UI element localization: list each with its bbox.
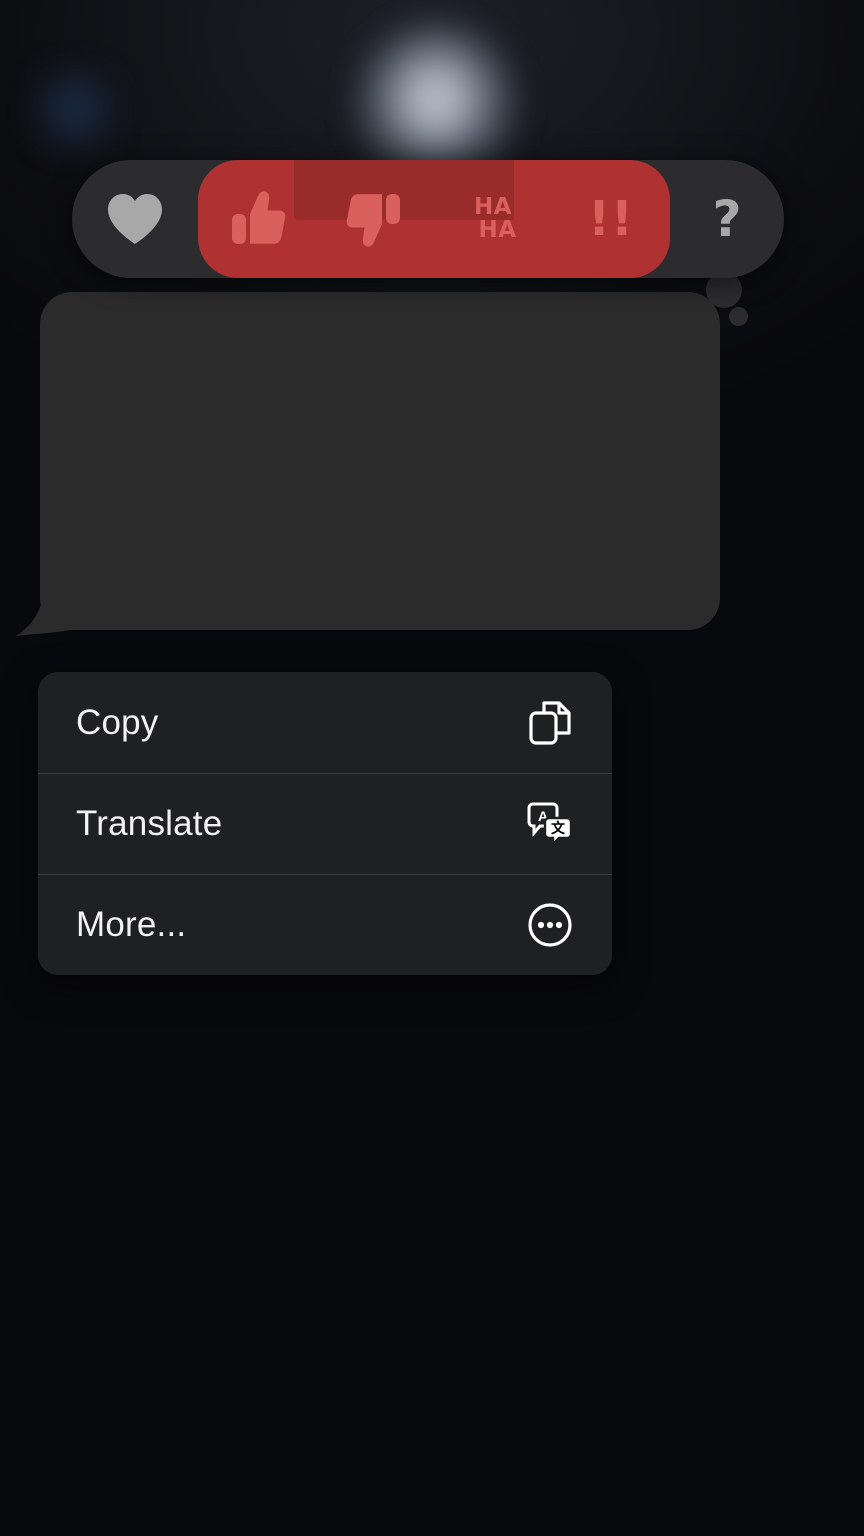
tapback-option-thumbsdown[interactable]: Dislike [316, 160, 434, 278]
tapback-option-heart[interactable]: Love [72, 160, 198, 278]
thumbs-up-icon [232, 191, 286, 244]
menu-item-more-label: More... [76, 905, 187, 944]
question-mark-icon: ? [712, 190, 742, 248]
message-bubble[interactable] [40, 292, 720, 630]
menu-item-translate-label: Translate [76, 804, 223, 843]
message-context-menu[interactable]: Copy Translate A 文 More... [38, 672, 612, 975]
tapback-option-emphasize[interactable]: !! [552, 160, 670, 278]
svg-text:文: 文 [551, 820, 566, 837]
tapback-option-thumbsup[interactable]: Like [198, 160, 316, 278]
tapback-picker[interactable]: Love Like Dislike HA HA [72, 160, 784, 278]
tapback-option-question[interactable]: ? [670, 160, 784, 278]
menu-item-more[interactable]: More... [38, 874, 612, 975]
haha-icon: HA HA [469, 196, 516, 242]
haha-line-1: HA [473, 194, 513, 220]
thumbs-down-icon [346, 194, 400, 247]
haha-line-2: HA [478, 217, 517, 243]
copy-doc-on-doc-icon [526, 699, 574, 747]
tapback-option-haha[interactable]: HA HA [434, 160, 552, 278]
heart-icon [108, 194, 162, 244]
blurred-nav-element [34, 68, 116, 150]
phone-screen: Love Like Dislike HA HA [0, 0, 864, 1536]
tapback-tail-dot-small [729, 307, 748, 326]
translate-bubbles-icon: A 文 [526, 800, 574, 848]
ellipsis-circle-icon [526, 901, 574, 949]
menu-item-translate[interactable]: Translate A 文 [38, 773, 612, 874]
double-exclamation-icon: !! [588, 191, 634, 247]
menu-item-copy-label: Copy [76, 702, 159, 742]
menu-item-copy[interactable]: Copy [38, 672, 612, 773]
